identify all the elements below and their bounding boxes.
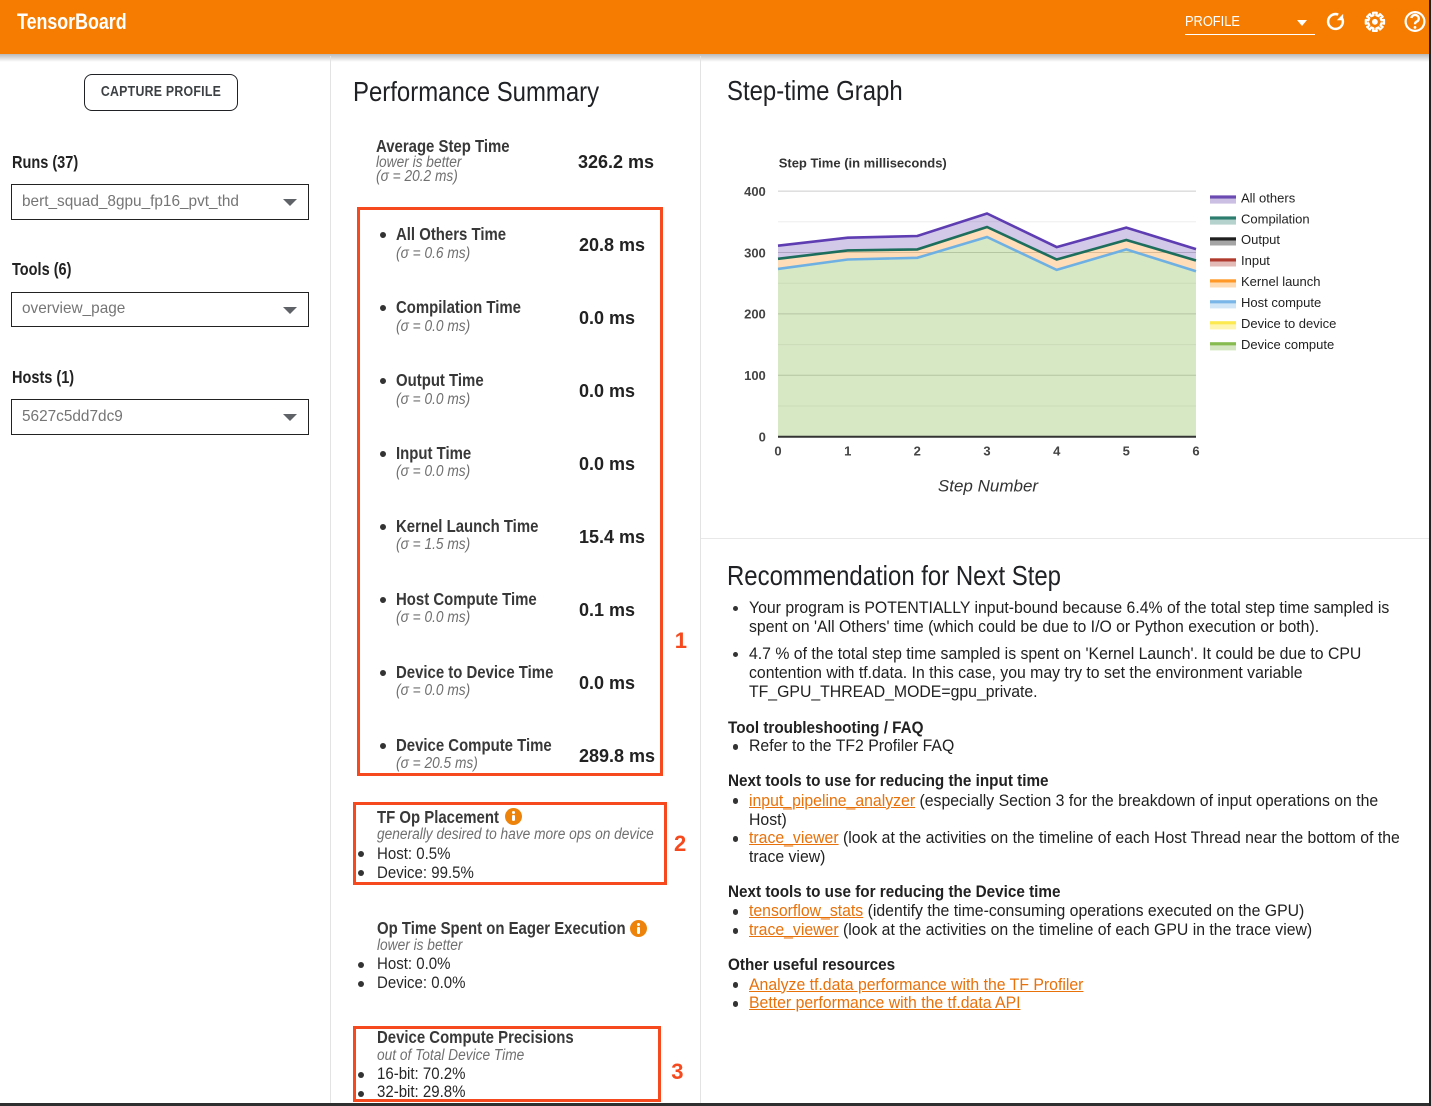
svg-text:300: 300 xyxy=(744,245,766,260)
svg-text:Host compute: Host compute xyxy=(1241,295,1321,310)
svg-text:6: 6 xyxy=(1192,444,1199,459)
svg-text:Output: Output xyxy=(1241,232,1280,247)
svg-text:Compilation: Compilation xyxy=(1241,211,1310,226)
svg-text:200: 200 xyxy=(744,307,766,322)
svg-text:0: 0 xyxy=(774,444,781,459)
svg-text:Kernel launch: Kernel launch xyxy=(1241,274,1321,289)
svg-text:Device to device: Device to device xyxy=(1241,316,1336,331)
svg-text:All others: All others xyxy=(1241,190,1296,205)
svg-text:100: 100 xyxy=(744,368,766,383)
svg-text:0: 0 xyxy=(759,430,766,445)
svg-text:2: 2 xyxy=(914,444,921,459)
svg-text:3: 3 xyxy=(983,444,990,459)
svg-text:400: 400 xyxy=(744,184,766,199)
svg-text:Step Number: Step Number xyxy=(938,476,1039,495)
svg-text:Input: Input xyxy=(1241,253,1270,268)
svg-text:Device compute: Device compute xyxy=(1241,337,1334,352)
svg-text:5: 5 xyxy=(1123,444,1130,459)
svg-text:4: 4 xyxy=(1053,444,1061,459)
svg-text:1: 1 xyxy=(844,444,851,459)
svg-text:Step Time (in milliseconds): Step Time (in milliseconds) xyxy=(779,156,947,171)
